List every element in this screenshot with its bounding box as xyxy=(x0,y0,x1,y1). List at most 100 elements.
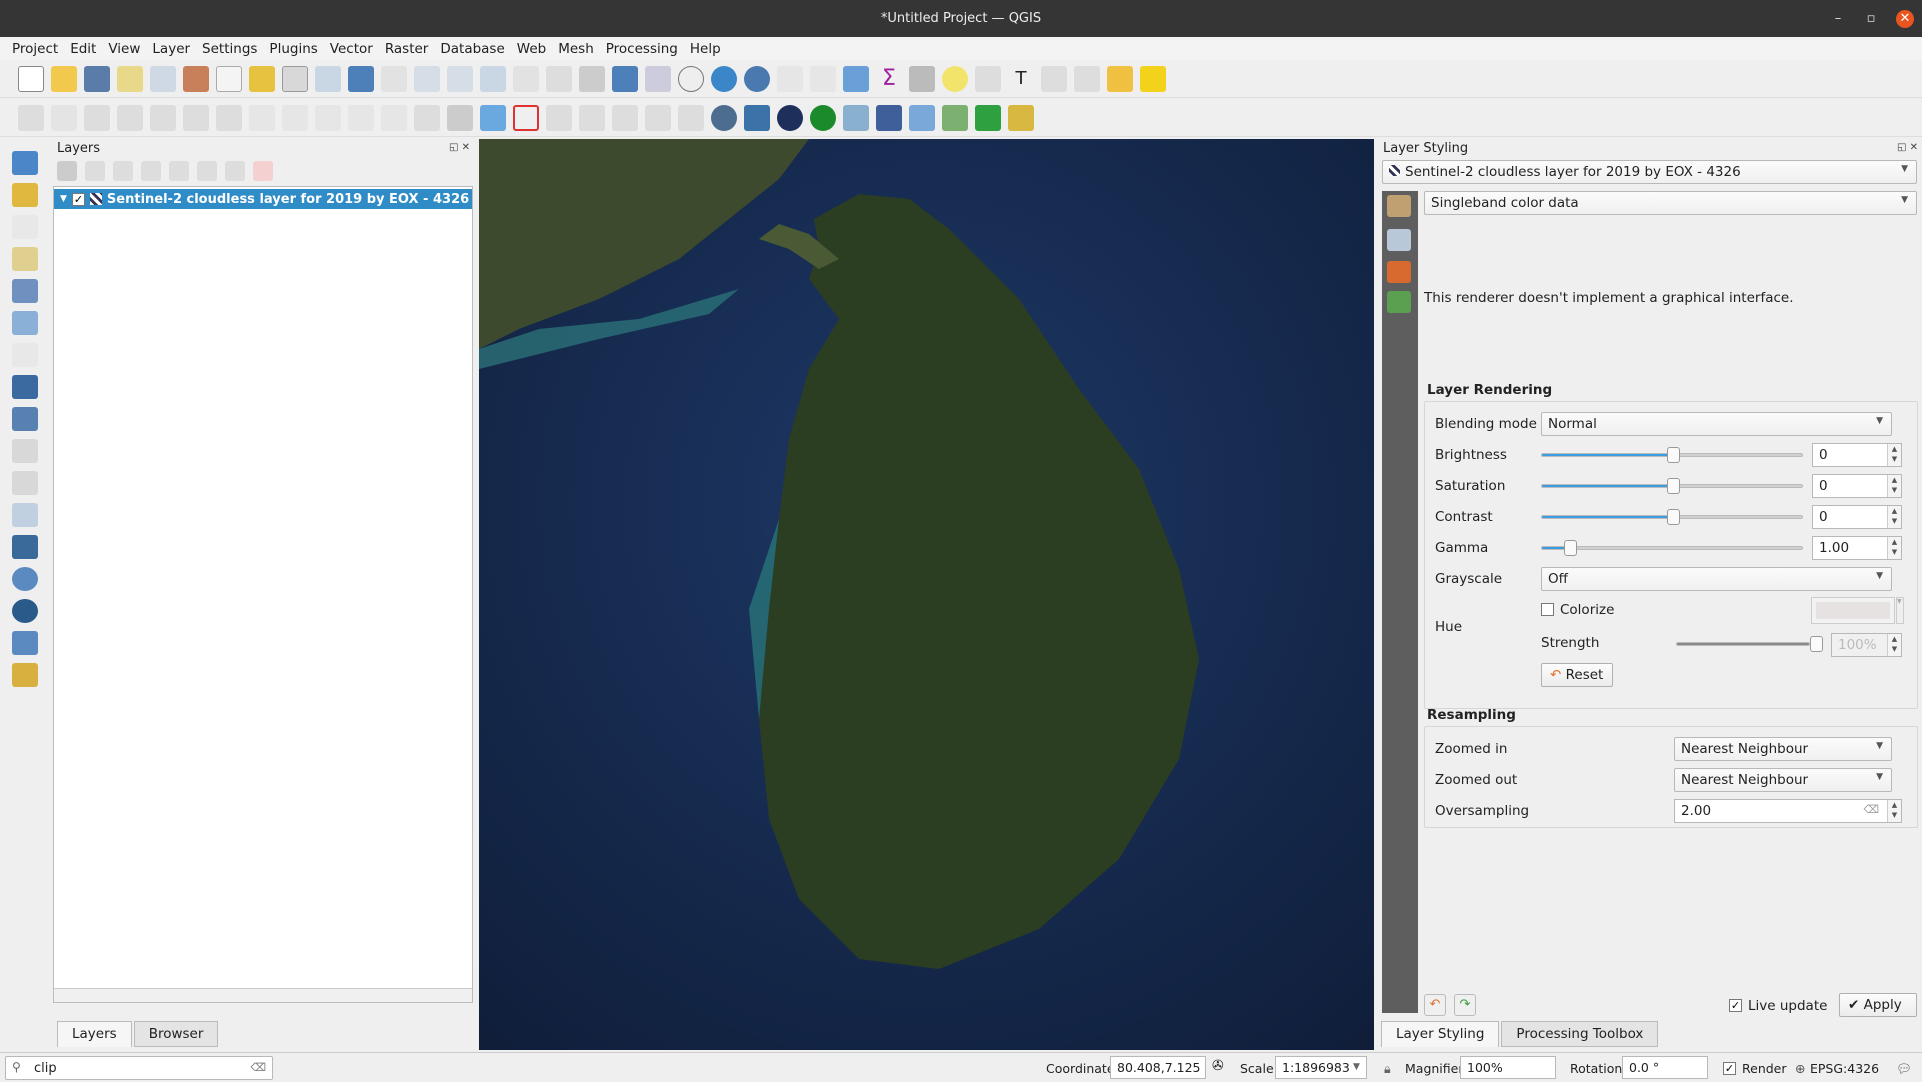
collapse-all-icon[interactable] xyxy=(225,161,245,181)
globe-plugin-icon[interactable] xyxy=(777,105,803,131)
undo-icon[interactable] xyxy=(348,105,374,131)
modify-attributes-icon[interactable] xyxy=(183,105,209,131)
new-virtual-layer-icon[interactable] xyxy=(12,279,38,303)
menu-project[interactable]: Project xyxy=(6,37,64,60)
rotate-label-icon[interactable] xyxy=(645,105,671,131)
history-tab-icon[interactable] xyxy=(1387,291,1411,313)
horizontal-scrollbar[interactable] xyxy=(54,988,472,1002)
new-project-icon[interactable] xyxy=(18,66,44,92)
brightness-slider[interactable] xyxy=(1541,447,1803,463)
toggle-extents-icon[interactable]: ✇ xyxy=(1212,1058,1224,1074)
field-calculator-icon[interactable] xyxy=(810,66,836,92)
oversampling-spinbox[interactable]: 2.00 ⌫ ▲ ▼ xyxy=(1674,799,1902,823)
map-canvas[interactable] xyxy=(479,139,1374,1050)
edit-toggle-icon[interactable] xyxy=(18,105,44,131)
locator-search-input[interactable]: ⚲ clip ⌫ xyxy=(5,1056,273,1080)
temporal-controller-icon[interactable] xyxy=(678,66,704,92)
text-annotation-icon[interactable]: T xyxy=(1008,66,1034,92)
processing-toolbox-icon[interactable] xyxy=(843,66,869,92)
blending-mode-combo[interactable]: Normal ▼ xyxy=(1541,412,1892,436)
pin-label-icon[interactable] xyxy=(546,105,572,131)
minimize-button[interactable]: – xyxy=(1829,10,1847,28)
clear-search-icon[interactable]: ⌫ xyxy=(250,1061,266,1074)
gamma-slider[interactable] xyxy=(1541,540,1803,556)
expand-all-icon[interactable] xyxy=(197,161,217,181)
menu-web[interactable]: Web xyxy=(511,37,552,60)
tab-layer-styling[interactable]: Layer Styling xyxy=(1381,1021,1500,1047)
metasearch-icon[interactable] xyxy=(711,105,737,131)
layer-visibility-checkbox[interactable]: ✓ xyxy=(71,192,85,206)
layer-styling-icon[interactable] xyxy=(57,161,77,181)
rotation-spinbox[interactable]: 0.0 ° xyxy=(1622,1056,1708,1079)
menu-processing[interactable]: Processing xyxy=(600,37,684,60)
python-console-icon[interactable] xyxy=(744,105,770,131)
zoom-full-icon[interactable] xyxy=(348,66,374,92)
add-spatialite-icon[interactable] xyxy=(12,471,38,495)
magnifier-spinbox[interactable]: 100% xyxy=(1460,1056,1556,1079)
dock-float-close-icons[interactable]: ◱ ✕ xyxy=(449,142,470,153)
live-update-checkbox[interactable]: ✓ xyxy=(1729,999,1742,1012)
layout-manager-icon[interactable] xyxy=(150,66,176,92)
new-spatialite-icon[interactable] xyxy=(12,247,38,271)
zoom-next-icon[interactable] xyxy=(513,66,539,92)
menu-settings[interactable]: Settings xyxy=(196,37,263,60)
measure-icon[interactable] xyxy=(909,66,935,92)
new-print-layout-icon[interactable] xyxy=(117,66,143,92)
statistics-sigma-icon[interactable]: Σ xyxy=(876,66,902,92)
new-shapefile-icon[interactable] xyxy=(12,215,38,239)
add-wfs-icon[interactable] xyxy=(12,631,38,655)
map-tips-icon[interactable] xyxy=(942,66,968,92)
crs-button[interactable]: EPSG:4326 xyxy=(1810,1061,1879,1076)
coordinate-field[interactable]: 80.408,7.125 xyxy=(1110,1056,1206,1079)
add-xyz-icon[interactable] xyxy=(12,599,38,623)
show-bookmarks-icon[interactable] xyxy=(645,66,671,92)
color-dropdown-arrow[interactable]: ▼ xyxy=(1896,597,1904,624)
lock-scale-icon[interactable]: 🔒︎ xyxy=(1384,1061,1391,1077)
filter-legend-icon[interactable] xyxy=(141,161,161,181)
grayscale-combo[interactable]: Off ▼ xyxy=(1541,567,1892,591)
redo-icon[interactable] xyxy=(381,105,407,131)
data-source-manager-icon[interactable] xyxy=(12,151,38,175)
new-map-view-icon[interactable] xyxy=(546,66,572,92)
paste-icon[interactable] xyxy=(315,105,341,131)
add-postgis-icon[interactable] xyxy=(12,535,38,559)
zoom-out-icon[interactable] xyxy=(315,66,341,92)
select-features-icon[interactable] xyxy=(1041,66,1067,92)
menu-help[interactable]: Help xyxy=(684,37,727,60)
label-tool-icon[interactable] xyxy=(414,105,440,131)
add-vector-layer-icon[interactable] xyxy=(12,343,38,367)
close-button[interactable]: ✕ xyxy=(1896,10,1914,28)
add-wms-icon[interactable] xyxy=(12,567,38,591)
gamma-spinbox[interactable]: 1.00 ▲ ▼ xyxy=(1812,536,1902,560)
save-edits-icon[interactable] xyxy=(84,105,110,131)
remove-layer-icon[interactable] xyxy=(253,161,273,181)
add-mesh-layer-icon[interactable] xyxy=(12,407,38,431)
menu-raster[interactable]: Raster xyxy=(379,37,435,60)
render-checkbox[interactable]: ✓ xyxy=(1723,1062,1736,1075)
plugin-a-icon[interactable] xyxy=(909,105,935,131)
select-location-icon[interactable] xyxy=(1140,66,1166,92)
toggle-labels-icon[interactable] xyxy=(513,105,539,131)
plugin-b-icon[interactable] xyxy=(942,105,968,131)
new-temporary-layer-icon[interactable] xyxy=(12,311,38,335)
clear-icon[interactable]: ⌫ xyxy=(1863,803,1879,816)
strength-spinbox[interactable]: 100% ▲ ▼ xyxy=(1831,633,1902,657)
identify-icon[interactable] xyxy=(744,66,770,92)
pan-icon[interactable] xyxy=(216,66,242,92)
colorize-color-button[interactable] xyxy=(1811,597,1895,624)
style-manager-icon[interactable] xyxy=(183,66,209,92)
menu-edit[interactable]: Edit xyxy=(64,37,102,60)
highlight-pinned-labels-icon[interactable] xyxy=(480,105,506,131)
help-icon[interactable] xyxy=(876,105,902,131)
zoom-in-icon[interactable] xyxy=(282,66,308,92)
dock-float-close-icons[interactable]: ◱ ✕ xyxy=(1897,142,1918,153)
tab-processing-toolbox[interactable]: Processing Toolbox xyxy=(1501,1021,1659,1047)
select-by-expression-icon[interactable] xyxy=(1107,66,1133,92)
info-plugin-icon[interactable] xyxy=(810,105,836,131)
brightness-spinbox[interactable]: 0 ▲ ▼ xyxy=(1812,443,1902,467)
scale-dropdown-icon[interactable]: ▼ xyxy=(1353,1062,1360,1072)
new-3d-map-icon[interactable] xyxy=(579,66,605,92)
menu-layer[interactable]: Layer xyxy=(146,37,196,60)
undo-style-icon[interactable]: ↶ xyxy=(1424,994,1446,1016)
delete-selected-icon[interactable] xyxy=(216,105,242,131)
